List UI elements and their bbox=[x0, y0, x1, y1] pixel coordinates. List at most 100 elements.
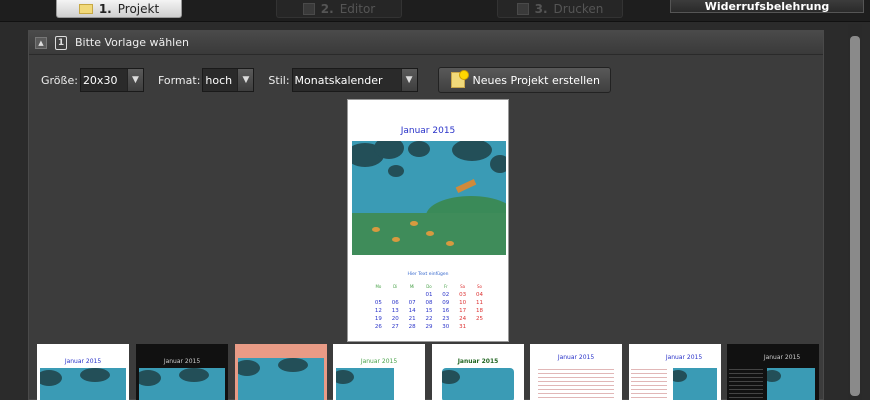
day-cell: 31 bbox=[459, 324, 467, 330]
thumbnail-title: Januar 2015 bbox=[763, 354, 801, 361]
weekday: Fr bbox=[443, 284, 448, 289]
weekday: Di bbox=[393, 284, 398, 289]
step-drucken-tab[interactable]: 3. Drucken bbox=[497, 0, 623, 18]
panel-title: Bitte Vorlage wählen bbox=[75, 36, 189, 49]
day-cell: 28 bbox=[408, 324, 416, 330]
day-cell bbox=[404, 291, 421, 299]
format-label: Format: bbox=[157, 73, 201, 87]
calendar-icon: 1 bbox=[55, 35, 67, 50]
day-cell: 23 bbox=[442, 316, 450, 322]
new-document-icon bbox=[450, 70, 469, 88]
collapse-toggle-icon[interactable]: ▲ bbox=[35, 36, 47, 49]
thumbnail-title: Januar 2015 bbox=[163, 358, 201, 365]
printer-icon bbox=[516, 2, 529, 15]
size-select[interactable]: 20x30 ▼ bbox=[79, 68, 144, 92]
new-project-label: Neues Projekt erstellen bbox=[472, 73, 600, 87]
preview-image bbox=[352, 141, 506, 255]
day-cell: 05 bbox=[374, 300, 382, 306]
step-number: 3. bbox=[534, 1, 548, 16]
folder-icon bbox=[78, 3, 93, 14]
weekday: Sa bbox=[460, 284, 466, 289]
day-cell: 19 bbox=[374, 316, 382, 322]
vertical-scrollbar[interactable] bbox=[848, 24, 862, 400]
format-select[interactable]: hoch ▼ bbox=[202, 68, 255, 92]
day-cell bbox=[370, 291, 387, 299]
week-row: 26 27 28 29 30 31 bbox=[370, 323, 488, 331]
format-value: hoch bbox=[205, 73, 233, 87]
day-cell: 18 bbox=[475, 308, 483, 314]
template-toolbar: Größe: 20x30 ▼ Format: hoch ▼ Stil: Mona… bbox=[41, 67, 611, 93]
weekday: Do bbox=[426, 284, 432, 289]
template-thumbnail[interactable]: Januar 2015 bbox=[432, 344, 524, 400]
day-cell: 13 bbox=[391, 308, 399, 314]
thumbnail-title: Januar 2015 bbox=[64, 358, 102, 365]
size-label: Größe: bbox=[41, 73, 78, 87]
day-cell: 21 bbox=[408, 316, 416, 322]
template-panel: ▲ 1 Bitte Vorlage wählen Größe: 20x30 ▼ … bbox=[28, 30, 824, 400]
day-cell: 10 bbox=[459, 300, 467, 306]
style-label: Stil: bbox=[268, 73, 290, 87]
pencil-icon bbox=[302, 2, 315, 15]
chevron-down-icon[interactable]: ▼ bbox=[237, 69, 254, 91]
day-cell: 06 bbox=[391, 300, 399, 306]
step-label: Drucken bbox=[553, 1, 604, 16]
day-cell: 08 bbox=[425, 300, 433, 306]
day-cell: 07 bbox=[408, 300, 416, 306]
style-select[interactable]: Monatskalender ▼ bbox=[291, 68, 418, 92]
day-cell: 01 bbox=[425, 292, 433, 298]
preview-calendar-grid: Mo Di Mi Do Fr Sa So 01 02 03 04 05 06 0… bbox=[370, 283, 488, 331]
template-thumbnail[interactable] bbox=[235, 344, 327, 400]
step-editor-tab[interactable]: 2. Editor bbox=[276, 0, 402, 18]
template-thumbnail[interactable]: Januar 2015 bbox=[136, 344, 228, 400]
template-thumbnails: Januar 2015 Januar 2015 Januar 2015 Janu… bbox=[37, 344, 819, 400]
step-label: Editor bbox=[339, 1, 376, 16]
day-cell: 30 bbox=[442, 324, 450, 330]
day-cell: 15 bbox=[425, 308, 433, 314]
step-label: Projekt bbox=[117, 1, 160, 16]
preview-hint-text: Hier Text einfügen bbox=[407, 272, 449, 277]
week-row: 01 02 03 04 bbox=[370, 291, 488, 299]
step-number: 1. bbox=[98, 1, 112, 16]
day-cell: 14 bbox=[408, 308, 416, 314]
week-row: 19 20 21 22 23 24 25 bbox=[370, 315, 488, 323]
day-cell: 12 bbox=[374, 308, 382, 314]
day-cell: 02 bbox=[442, 292, 450, 298]
day-cell: 25 bbox=[475, 316, 483, 322]
chevron-down-icon[interactable]: ▼ bbox=[126, 69, 143, 91]
template-thumbnail[interactable]: Januar 2015 bbox=[333, 344, 425, 400]
new-project-button[interactable]: Neues Projekt erstellen bbox=[437, 67, 611, 93]
panel-header: ▲ 1 Bitte Vorlage wählen bbox=[29, 31, 823, 55]
day-cell: 03 bbox=[459, 292, 467, 298]
day-cell: 29 bbox=[425, 324, 433, 330]
day-cell: 20 bbox=[391, 316, 399, 322]
thumbnail-title: Januar 2015 bbox=[557, 354, 595, 361]
thumbnail-title: Januar 2015 bbox=[360, 358, 398, 365]
style-value: Monatskalender bbox=[294, 73, 383, 87]
step-projekt-tab[interactable]: 1. Projekt bbox=[56, 0, 182, 18]
chevron-down-icon[interactable]: ▼ bbox=[400, 69, 417, 91]
day-cell: 04 bbox=[475, 292, 483, 298]
template-thumbnail[interactable]: Januar 2015 bbox=[629, 344, 721, 400]
scrollbar-thumb[interactable] bbox=[850, 36, 860, 396]
template-thumbnail[interactable]: Januar 2015 bbox=[727, 344, 819, 400]
weekday: So bbox=[476, 284, 482, 289]
day-cell: 11 bbox=[475, 300, 483, 306]
weekday: Mo bbox=[375, 284, 382, 289]
template-thumbnail[interactable]: Januar 2015 bbox=[530, 344, 622, 400]
week-row: 12 13 14 15 16 17 18 bbox=[370, 307, 488, 315]
day-cell: 09 bbox=[442, 300, 450, 306]
day-cell: 24 bbox=[459, 316, 467, 322]
day-cell: 17 bbox=[459, 308, 467, 314]
calendar-preview: Januar 2015 Hier Text einfügen Mo Di Mi … bbox=[347, 99, 509, 342]
step-bar: 1. Projekt 2. Editor 3. Drucken Widerruf… bbox=[0, 0, 870, 22]
day-cell: 16 bbox=[442, 308, 450, 314]
weekday-row: Mo Di Mi Do Fr Sa So bbox=[370, 283, 488, 291]
day-cell: 26 bbox=[374, 324, 382, 330]
weekday: Mi bbox=[409, 284, 415, 289]
widerrufsbelehrung-button[interactable]: Widerrufsbelehrung bbox=[670, 0, 864, 13]
day-cell: 27 bbox=[391, 324, 399, 330]
preview-month-title: Januar 2015 bbox=[400, 126, 456, 136]
thumbnail-title: Januar 2015 bbox=[457, 358, 499, 365]
template-thumbnail[interactable]: Januar 2015 bbox=[37, 344, 129, 400]
size-value: 20x30 bbox=[82, 73, 118, 87]
